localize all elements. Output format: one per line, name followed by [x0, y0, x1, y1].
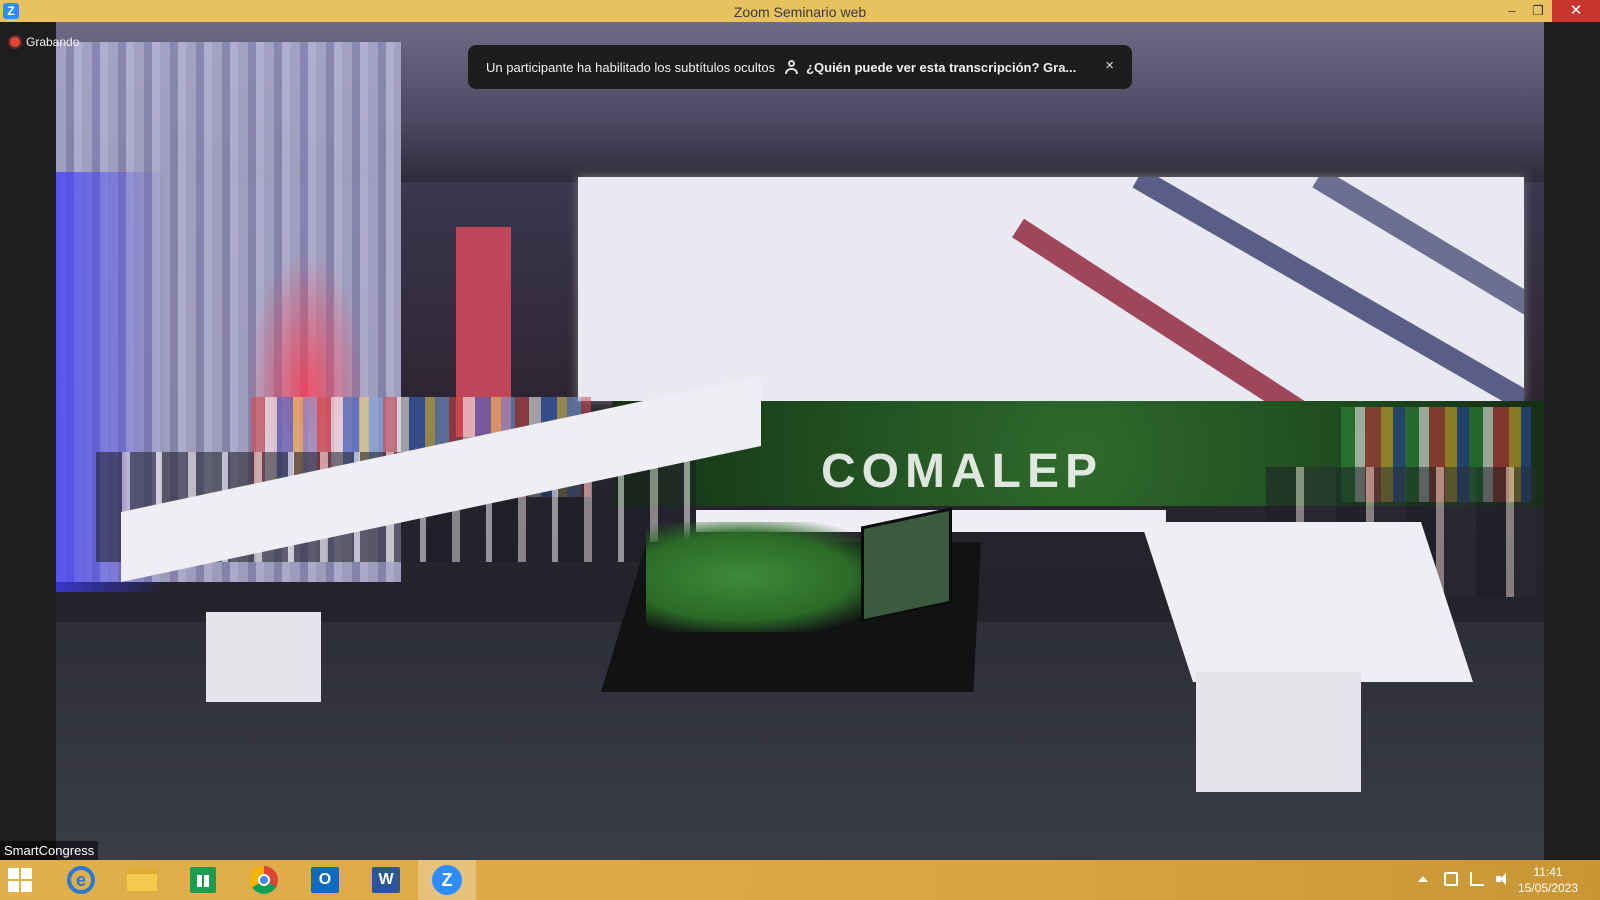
- transcript-visibility-text: ¿Quién puede ver esta transcripción? Gra…: [806, 59, 1077, 75]
- show-hidden-icons-button[interactable]: [1418, 872, 1432, 886]
- taskbar: e O W Z 11:41 15/05/2023: [0, 860, 1600, 900]
- zoom-icon: Z: [432, 865, 462, 895]
- maximize-button[interactable]: ❐: [1524, 0, 1552, 22]
- speaker-name-label: SmartCongress: [0, 841, 99, 860]
- action-center-icon[interactable]: [1444, 872, 1458, 886]
- recording-label: Grabando: [26, 35, 80, 49]
- taskbar-word[interactable]: W: [357, 860, 415, 900]
- right-table-leg: [1196, 672, 1361, 792]
- meeting-area: COMALEP Grabando Un participante ha habi…: [0, 22, 1600, 860]
- clock-time: 11:41: [1533, 865, 1563, 879]
- system-tray: [1418, 872, 1510, 886]
- plants: [646, 522, 886, 632]
- confidence-monitor: [861, 507, 952, 623]
- store-icon: [190, 867, 216, 893]
- windows-logo-icon: [21, 868, 32, 879]
- minimize-button[interactable]: –: [1498, 0, 1526, 22]
- event-logo: COMALEP: [821, 445, 1103, 498]
- clock[interactable]: 11:41 15/05/2023: [1500, 864, 1596, 896]
- left-table-leg: [206, 612, 321, 702]
- transcript-visibility-link[interactable]: ¿Quién puede ver esta transcripción? Gra…: [785, 60, 1076, 75]
- windows-logo-icon: [8, 868, 19, 879]
- outlook-icon: O: [311, 867, 339, 893]
- window-title: Zoom Seminario web: [733, 4, 867, 20]
- close-notification-button[interactable]: ×: [1105, 57, 1114, 74]
- taskbar-store[interactable]: [174, 860, 232, 900]
- network-icon[interactable]: [1470, 872, 1484, 886]
- close-button[interactable]: ✕: [1552, 0, 1600, 22]
- taskbar-zoom[interactable]: Z: [418, 860, 476, 900]
- clock-date: 15/05/2023: [1517, 881, 1579, 895]
- windows-logo-icon: [8, 881, 19, 892]
- projection-screen: [578, 177, 1524, 401]
- video-feed[interactable]: COMALEP: [56, 22, 1544, 860]
- internet-explorer-icon: e: [67, 866, 95, 894]
- start-button[interactable]: [8, 868, 32, 892]
- taskbar-file-explorer[interactable]: [113, 860, 171, 900]
- taskbar-internet-explorer[interactable]: e: [52, 860, 110, 900]
- recording-indicator[interactable]: Grabando: [10, 35, 79, 49]
- folder-icon: [127, 869, 157, 891]
- windows-logo-icon: [21, 881, 32, 892]
- captions-notification: Un participante ha habilitado los subtít…: [468, 45, 1132, 89]
- person-icon: [785, 60, 799, 74]
- window-titlebar: Z Zoom Seminario web – ❐ ✕: [0, 0, 1600, 22]
- right-table: [1141, 522, 1473, 682]
- captions-message: Un participante ha habilitado los subtít…: [486, 59, 776, 75]
- chrome-icon: [250, 866, 278, 894]
- recording-dot-icon: [10, 37, 20, 47]
- taskbar-outlook[interactable]: O: [296, 860, 354, 900]
- screen-stripe: [1132, 177, 1524, 401]
- chevron-up-icon: [1418, 876, 1428, 882]
- taskbar-chrome[interactable]: [235, 860, 293, 900]
- word-icon: W: [372, 867, 400, 893]
